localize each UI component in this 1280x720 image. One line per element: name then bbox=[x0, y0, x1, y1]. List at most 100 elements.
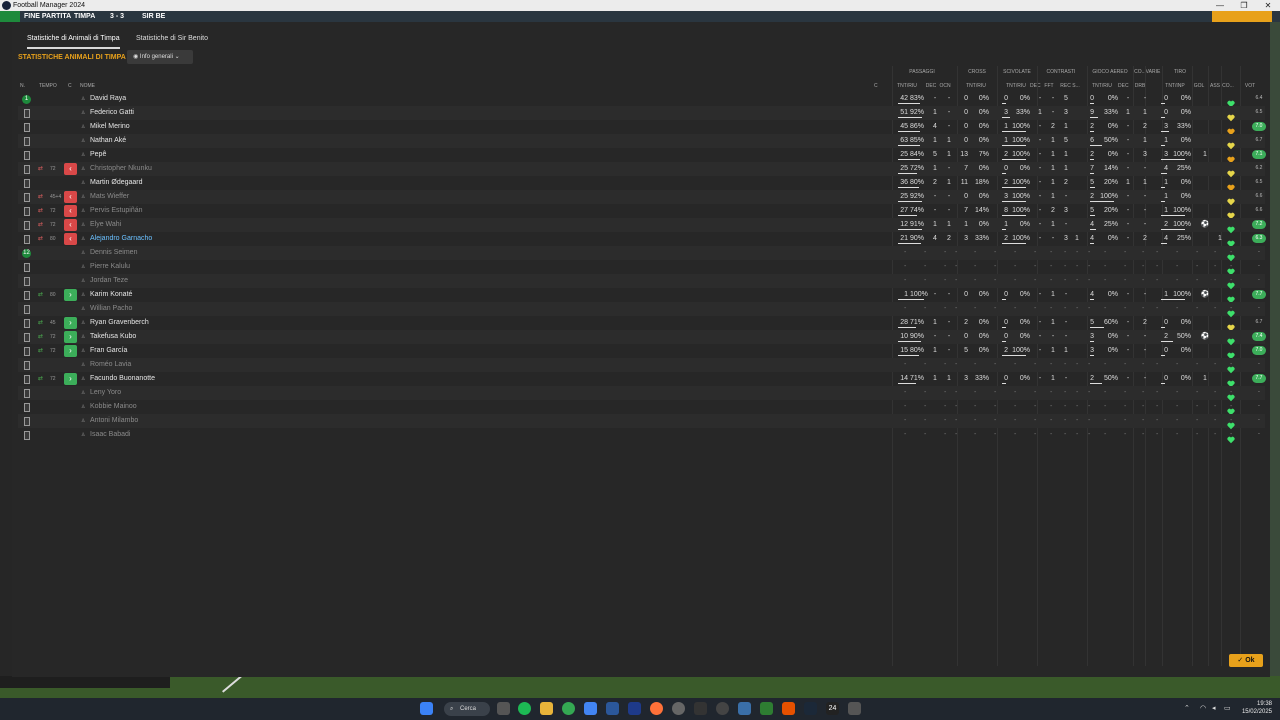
sub-in-icon[interactable]: › bbox=[64, 345, 77, 357]
column-header[interactable]: GOL bbox=[1192, 82, 1206, 90]
column-header[interactable]: C bbox=[68, 82, 72, 90]
table-row[interactable]: 1 ♙ David Raya 42 83% - -0 0% 0 0% - -5 0 0% - -0 0% 6.4 bbox=[18, 92, 1265, 108]
player-name[interactable]: Kobbie Mainoo bbox=[90, 400, 137, 414]
start-menu-icon[interactable] bbox=[420, 702, 433, 715]
column-header[interactable]: C bbox=[874, 82, 878, 90]
column-header[interactable]: DEC bbox=[1030, 82, 1041, 90]
wifi-icon[interactable]: ◠ bbox=[1200, 704, 1206, 712]
table-row[interactable]: ⇄ 72 ‹ ♙ Pervis Estupiñán 27 74% - -7 14% 8 100% -2 3… bbox=[18, 204, 1265, 220]
sub-out-icon[interactable]: ‹ bbox=[64, 233, 77, 245]
table-row[interactable]: ⇄ 45 › ♙ Ryan Gravenberch 28 71% 1-2 0% 0 0% -1-5 60… bbox=[18, 316, 1265, 332]
sub-out-icon[interactable]: ‹ bbox=[64, 163, 77, 175]
table-row[interactable]: ♙ Martin Ødegaard 36 80% 2 1 11 18% 2 100% -1 2 5 20%… bbox=[18, 176, 1265, 192]
table-row[interactable]: ⇄ 45+4 ‹ ♙ Mats Wieffer 25 92% - -0 0% 3 100% -1-2 10… bbox=[18, 190, 1265, 206]
firefox-icon[interactable] bbox=[650, 702, 663, 715]
column-header[interactable]: CO... bbox=[1221, 82, 1235, 90]
sub-in-icon[interactable]: › bbox=[64, 331, 77, 343]
table-row[interactable]: 12 ♙ Dennis Seimen - - - - - - - - - - - - - - - - - - - - - bbox=[18, 246, 1265, 262]
column-header[interactable]: TNT/RIU bbox=[892, 82, 922, 90]
battery-icon[interactable]: ▭ bbox=[1224, 704, 1231, 712]
table-row[interactable]: ⇄ 72 › ♙ Facundo Buonanotte 14 71% 1 1 3 33% 0 0% -1-… bbox=[18, 372, 1266, 388]
table-row[interactable]: ⇄ 80 ‹ ♙ Alejandro Garnacho 21 90% 4 2 3 33% 2 100% -… bbox=[18, 232, 1266, 248]
player-name[interactable]: Nathan Aké bbox=[90, 134, 126, 148]
volume-icon[interactable]: ◂ bbox=[1212, 704, 1216, 712]
app-round-icon[interactable] bbox=[716, 702, 729, 715]
table-row[interactable]: ♙ Nathan Aké 63 85% 1 1 0 0% 1 100% -1 5 6 50% -1 1 0% 6.… bbox=[18, 134, 1265, 150]
player-name[interactable]: Antoni Milambo bbox=[90, 414, 138, 428]
player-name[interactable]: Pierre Kalulu bbox=[90, 260, 130, 274]
column-header[interactable]: NOME bbox=[80, 82, 95, 90]
player-name[interactable]: Takefusa Kubo bbox=[90, 330, 136, 344]
sub-out-icon[interactable]: ‹ bbox=[64, 191, 77, 203]
column-header[interactable]: N. bbox=[20, 82, 25, 90]
app-line-icon[interactable] bbox=[694, 702, 707, 715]
table-row[interactable]: ♙ Federico Gatti 51 92% 1-0 0% 3 33% 1-3 9 33% 1 1 0 0… bbox=[18, 106, 1265, 122]
player-name[interactable]: Pervis Estupiñán bbox=[90, 204, 143, 218]
app-extra-icon[interactable] bbox=[848, 702, 861, 715]
table-row[interactable]: ♙ Leny Yoro - - - - - - - - - - - - - - - - - - - - - bbox=[18, 386, 1265, 402]
table-row[interactable]: ⇄ 72 › ♙ Takefusa Kubo 10 90% - -0 0% 0 0% - - -3 0% - -2… bbox=[18, 330, 1266, 346]
sub-in-icon[interactable]: › bbox=[64, 317, 77, 329]
taskbar-search[interactable]: ⌕ Cerca bbox=[444, 702, 490, 716]
column-header[interactable]: TNT/RIU bbox=[958, 82, 994, 90]
table-row[interactable]: ⇄ 72 › ♙ Fran García 15 80% 1-5 0% 2 100% -1 1 3 0% - -0… bbox=[18, 344, 1266, 360]
column-header[interactable]: TNT/RIU bbox=[1084, 82, 1120, 90]
player-name[interactable]: Leny Yoro bbox=[90, 386, 121, 400]
sub-out-icon[interactable]: ‹ bbox=[64, 205, 77, 217]
word-icon[interactable] bbox=[606, 702, 619, 715]
table-row[interactable]: ⇄ 72 ‹ ♙ Christopher Nkunku 25 72% 1-7 0% 0 0% -1 1 7… bbox=[18, 162, 1265, 178]
player-name[interactable]: Jordan Teze bbox=[90, 274, 128, 288]
task-view-icon[interactable] bbox=[497, 702, 510, 715]
player-name[interactable]: David Raya bbox=[90, 92, 126, 106]
table-row[interactable]: ♙ Antoni Milambo - - - - - - - - - - - - - - - - - - - - - bbox=[18, 414, 1265, 430]
tab-away-stats[interactable]: Statistiche di Sir Benito bbox=[136, 31, 208, 47]
fm24-icon[interactable]: 24 bbox=[826, 702, 839, 715]
player-name[interactable]: Ryan Gravenberch bbox=[90, 316, 149, 330]
table-row[interactable]: ♙ Pierre Kalulu - - - - - - - - - - - - - - - - - - - - - bbox=[18, 260, 1265, 276]
ok-button[interactable]: ✓ Ok bbox=[1229, 654, 1263, 667]
minimize-button[interactable]: — bbox=[1208, 0, 1232, 11]
column-header[interactable]: ASS bbox=[1208, 82, 1222, 90]
table-row[interactable]: ♙ Jordan Teze - - - - - - - - - - - - - - - - - - - - - bbox=[18, 274, 1265, 290]
column-header[interactable]: VOT bbox=[1240, 82, 1260, 90]
column-header[interactable]: TEMPO bbox=[39, 82, 57, 90]
player-name[interactable]: Federico Gatti bbox=[90, 106, 134, 120]
player-name[interactable]: Mikel Merino bbox=[90, 120, 130, 134]
player-name[interactable]: Isaac Babadi bbox=[90, 428, 130, 442]
table-row[interactable]: ♙ Kobbie Mainoo - - - - - - - - - - - - - - - - - - - - - bbox=[18, 400, 1265, 416]
player-name[interactable]: Mats Wieffer bbox=[90, 190, 129, 204]
drive-icon[interactable] bbox=[584, 702, 597, 715]
table-row[interactable]: ⇄ 72 ‹ ♙ Elye Wahi 12 91% 1 1 1 0% 1 0% -1-4 25% - -2 100… bbox=[18, 218, 1266, 234]
player-name[interactable]: Karim Konaté bbox=[90, 288, 132, 302]
table-row[interactable]: ♙ Roméo Lavia - - - - - - - - - - - - - - - - - - - - - bbox=[18, 358, 1265, 374]
sub-in-icon[interactable]: › bbox=[64, 289, 77, 301]
player-name[interactable]: Dennis Seimen bbox=[90, 246, 137, 260]
column-header[interactable]: TNT/RIU bbox=[998, 82, 1034, 90]
view-dropdown[interactable]: ◉ Info generali ⌄ bbox=[127, 50, 193, 64]
app-w-icon[interactable] bbox=[760, 702, 773, 715]
player-name[interactable]: Pepê bbox=[90, 148, 106, 162]
tab-home-stats[interactable]: Statistiche di Animali di Timpa bbox=[27, 31, 120, 49]
app-circle-icon[interactable] bbox=[672, 702, 685, 715]
player-name[interactable]: Roméo Lavia bbox=[90, 358, 131, 372]
steam-icon[interactable] bbox=[804, 702, 817, 715]
football-manager-icon[interactable] bbox=[738, 702, 751, 715]
app-orange-icon[interactable] bbox=[782, 702, 795, 715]
continue-button[interactable] bbox=[1212, 11, 1272, 22]
sub-out-icon[interactable]: ‹ bbox=[64, 219, 77, 231]
column-header[interactable]: FFT bbox=[1043, 82, 1055, 90]
close-button[interactable]: ✕ bbox=[1256, 0, 1280, 11]
player-name[interactable]: Willian Pacho bbox=[90, 302, 132, 316]
table-row[interactable]: ♙ Pepê 25 84% 5 1 13 7% 2 100% -1 1 2 0% -3 3 100% 1 7.1 bbox=[18, 148, 1266, 164]
column-header[interactable]: OCN bbox=[938, 82, 952, 90]
player-name[interactable]: Christopher Nkunku bbox=[90, 162, 152, 176]
table-row[interactable]: ♙ Isaac Babadi - - - - - - - - - - - - - - - - - - - - - bbox=[18, 428, 1265, 444]
player-name[interactable]: Alejandro Garnacho bbox=[90, 232, 152, 246]
table-row[interactable]: ♙ Mikel Merino 45 86% 4-0 0% 1 100% -2 1 2 0% -2 3 33%… bbox=[18, 120, 1266, 136]
player-name[interactable]: Elye Wahi bbox=[90, 218, 121, 232]
player-name[interactable]: Facundo Buonanotte bbox=[90, 372, 155, 386]
table-row[interactable]: ♙ Willian Pacho - - - - - - - - - - - - - - - - - - - - - bbox=[18, 302, 1265, 318]
player-name[interactable]: Martin Ødegaard bbox=[90, 176, 143, 190]
player-name[interactable]: Fran García bbox=[90, 344, 127, 358]
chrome-icon[interactable] bbox=[562, 702, 575, 715]
